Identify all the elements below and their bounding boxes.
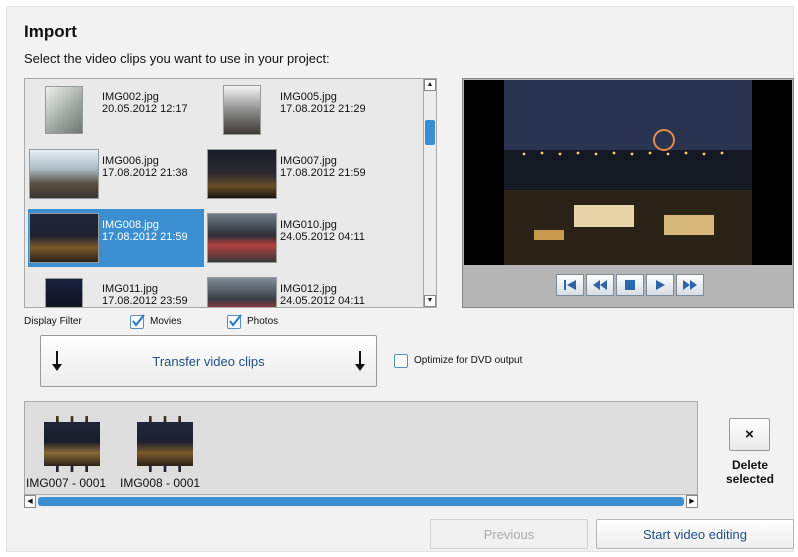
file-thumbnail [207,149,277,199]
file-thumbnail [29,213,99,263]
delete-label-line2: selected [725,472,775,486]
file-item[interactable]: IMG010.jpg 24.05.2012 04:11 [206,209,382,267]
file-date: 20.05.2012 12:17 [102,103,188,115]
scroll-left-icon[interactable]: ◀ [24,495,36,508]
file-name: IMG006.jpg [102,155,159,167]
browser-scrollbar[interactable]: ▲ ▼ [423,78,437,308]
file-thumbnail [29,149,99,199]
page-subtitle: Select the video clips you want to use i… [24,51,330,66]
file-item[interactable]: IMG007.jpg 17.08.2012 21:59 [206,145,382,203]
clip-label: IMG007 - 0001 [26,476,107,490]
file-name: IMG011.jpg [102,283,159,295]
start-video-editing-button[interactable]: Start video editing [596,519,794,549]
rewind-icon[interactable] [586,274,614,296]
file-browser[interactable]: IMG002.jpg 20.05.2012 12:17 IMG005.jpg 17.… [24,78,437,308]
play-icon[interactable] [646,274,674,296]
display-filter-label: Display Filter [24,316,82,327]
scroll-up-icon[interactable]: ▲ [424,79,436,91]
file-name: IMG005.jpg [280,91,337,103]
close-icon: × [745,426,754,443]
clip-strip[interactable] [24,401,698,508]
dvd-output-label: Optimize for DVD output [414,355,523,366]
previous-button[interactable]: Previous [430,519,588,549]
file-date: 17.08.2012 21:59 [102,231,188,243]
transfer-video-clips-button[interactable]: Transfer video clips [40,335,377,387]
page-title: Import [24,22,77,41]
file-name: IMG002.jpg [102,91,159,103]
movies-checkbox[interactable] [130,314,145,329]
file-thumbnail [45,86,83,134]
file-item[interactable]: IMG006.jpg 17.08.2012 21:38 [28,145,204,203]
photos-label: Photos [247,316,279,327]
playback-controls [556,274,704,296]
file-thumbnail [207,277,277,307]
file-item[interactable]: IMG005.jpg 17.08.2012 21:29 [206,81,382,139]
file-thumbnail [207,213,277,263]
file-name: IMG012.jpg [280,283,337,295]
file-date: 24.05.2012 04:11 [280,295,365,307]
delete-selected-label: Delete selected [712,458,788,486]
clip-thumbnail[interactable] [44,416,100,472]
file-date: 17.08.2012 21:59 [280,167,366,179]
movies-label: Movies [150,316,182,327]
file-date: 17.08.2012 21:38 [102,167,188,179]
file-date: 24.05.2012 04:11 [280,231,365,243]
video-preview [462,78,794,308]
delete-label-line1: Delete [731,458,769,472]
clip-thumbnail[interactable] [137,416,193,472]
fast-forward-icon[interactable] [676,274,704,296]
down-arrow-icon [355,351,365,371]
file-thumbnail [223,85,261,135]
file-item[interactable]: IMG012.jpg 24.05.2012 04:11 [206,273,382,307]
file-thumbnail [45,278,83,307]
file-item-selected[interactable]: IMG008.jpg 17.08.2012 21:59 [28,209,204,267]
transfer-label: Transfer video clips [152,354,265,369]
skip-to-start-icon[interactable] [556,274,584,296]
file-date: 17.08.2012 23:59 [102,295,188,307]
scroll-down-icon[interactable]: ▼ [424,295,436,307]
clip-label: IMG008 - 0001 [120,476,201,490]
scroll-right-icon[interactable]: ▶ [686,495,698,508]
file-date: 17.08.2012 21:29 [280,103,366,115]
clip-strip-scrollbar[interactable]: ◀ ▶ [24,494,698,508]
scrollbar-thumb[interactable] [425,120,435,145]
scrollbar-thumb[interactable] [38,497,684,506]
file-item[interactable]: IMG002.jpg 20.05.2012 12:17 [28,81,204,139]
file-item[interactable]: IMG011.jpg 17.08.2012 23:59 [28,273,204,307]
dvd-output-checkbox[interactable] [394,354,408,368]
preview-screen [464,80,792,265]
file-name: IMG008.jpg [102,219,159,231]
file-name: IMG007.jpg [280,155,337,167]
file-name: IMG010.jpg [280,219,337,231]
photos-checkbox[interactable] [227,314,242,329]
stop-icon[interactable] [616,274,644,296]
delete-selected-button[interactable]: × [729,418,770,451]
